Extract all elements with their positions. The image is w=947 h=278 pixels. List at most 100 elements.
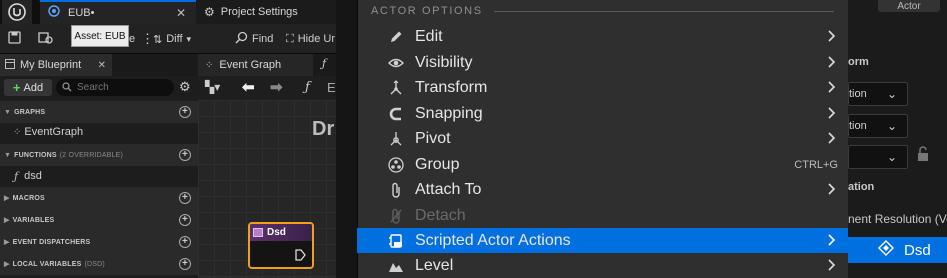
search-field[interactable] (56, 79, 174, 96)
tab-eub-label: EUB• (68, 7, 95, 19)
submenu-arrow-icon (828, 131, 836, 149)
pencil-icon (387, 28, 404, 45)
blueprint-tab-icon (5, 58, 15, 72)
chevron-down-icon: ▾ (186, 33, 192, 44)
save-icon (8, 31, 21, 47)
pivot-icon (387, 130, 404, 147)
function-node-dsd[interactable]: Dsd (248, 222, 314, 269)
diff-button[interactable]: ⇅ Diff ▾ (153, 24, 191, 54)
menu-item-label: Scripted Actor Actions (415, 231, 571, 249)
add-local-variable-icon[interactable]: + (179, 258, 191, 270)
detach-icon (387, 207, 404, 224)
find-button[interactable]: Find (235, 24, 273, 54)
graph-item-eventgraph[interactable]: ⁘ EventGraph (0, 122, 198, 142)
section-local-vars-label: LOCAL VARIABLES (12, 260, 82, 268)
section-event-dispatchers[interactable]: ▶ EVENT DISPATCHERS + (0, 231, 198, 253)
section-functions[interactable]: ▼ FUNCTIONS (2 OVERRIDABLE) + (0, 144, 198, 166)
section-variables[interactable]: ▶ VARIABLES + (0, 209, 198, 231)
section-macros[interactable]: ▶ MACROS + (0, 187, 198, 209)
forward-arrow-icon[interactable]: ➡ (270, 78, 283, 96)
tab-event-graph[interactable]: ⁘ Event Graph (198, 54, 313, 76)
find-label: Find (252, 33, 274, 45)
plus-icon: + (12, 80, 21, 95)
exec-pin-icon[interactable] (294, 248, 306, 266)
expand-arrow-icon: ▶ (4, 195, 10, 202)
section-variables-label: VARIABLES (12, 216, 55, 224)
menu-item-attach-to[interactable]: Attach To (357, 177, 848, 202)
search-input[interactable] (77, 82, 167, 93)
menu-item-visibility[interactable]: Visibility (357, 50, 848, 75)
resolution-label: nent Resolution (Ve (848, 212, 947, 226)
submenu-arrow-icon (828, 55, 836, 73)
menu-item-label: Visibility (415, 53, 473, 71)
menu-item-label: Snapping (415, 104, 483, 122)
details-header-2: ation (848, 181, 875, 193)
close-icon[interactable]: ✕ (98, 60, 106, 71)
node-header: Dsd (250, 224, 312, 241)
tab-eub[interactable]: EUB• ✕ (40, 0, 196, 24)
event-graph-icon: ⁘ (13, 126, 22, 138)
menu-item-snapping[interactable]: Snapping (357, 101, 848, 126)
menu-item-label: Attach To (415, 180, 482, 198)
close-icon[interactable]: ✕ (176, 6, 186, 20)
menu-item-label: Transform (415, 78, 488, 96)
function-tab-icon[interactable]: ƒ (322, 57, 326, 70)
add-dispatcher-icon[interactable]: + (179, 236, 191, 248)
menu-item-detach: Detach (357, 203, 848, 228)
section-macros-label: MACROS (12, 194, 45, 202)
chevron-down-icon: ⌄ (886, 87, 897, 101)
section-dispatchers-label: EVENT DISPATCHERS (12, 238, 91, 246)
section-functions-sub: (2 OVERRIDABLE) (59, 151, 124, 159)
menu-item-pivot[interactable]: Pivot (357, 126, 848, 151)
submenu-item-dsd[interactable]: Dsd (848, 237, 947, 263)
gear-icon: ⚙ (204, 5, 215, 19)
function-item-label: dsd (24, 170, 42, 182)
add-button[interactable]: + Add (4, 79, 52, 96)
submenu-arrow-icon (828, 106, 836, 124)
section-graphs[interactable]: ▼ GRAPHS + (0, 101, 198, 123)
save-button[interactable] (8, 24, 21, 54)
unreal-logo-icon[interactable] (2, 0, 32, 24)
hide-unrelated-button[interactable]: ⛶ Hide Ur (286, 24, 335, 54)
tab-project-settings[interactable]: ⚙ Project Settings (196, 0, 336, 24)
graph-watermark-title: Dr (312, 118, 335, 140)
settings-gear-icon[interactable]: ⚙ (179, 79, 191, 95)
tab-event-graph-label: Event Graph (219, 59, 282, 71)
diff-label: Diff (166, 33, 183, 45)
details-dropdown-2[interactable]: tion ⌄ (848, 114, 908, 138)
actor-button[interactable]: Actor (878, 0, 940, 12)
add-function-icon[interactable]: + (179, 149, 191, 161)
back-arrow-icon[interactable]: ⬅ (242, 78, 255, 96)
add-variable-icon[interactable]: + (179, 214, 191, 226)
submenu-arrow-icon (828, 182, 836, 200)
bookmark-icon[interactable]: ▚▾ (205, 80, 220, 94)
function-breadcrumb-icon: ƒ (305, 80, 310, 95)
tab-my-blueprint-label: My Blueprint (20, 59, 82, 71)
breadcrumb-partial: E (327, 80, 336, 95)
menu-item-level[interactable]: Level (357, 253, 848, 278)
add-graph-icon[interactable]: + (179, 106, 191, 118)
section-local-vars-sub: (DSD) (84, 260, 105, 268)
magnet-icon (387, 105, 404, 122)
details-dropdown-1[interactable]: tion ⌄ (848, 82, 908, 106)
eye-icon (387, 54, 404, 71)
menu-item-scripted-actor-actions[interactable]: Scripted Actor Actions (357, 228, 848, 253)
add-macro-icon[interactable]: + (179, 192, 191, 204)
menu-header-divider (494, 11, 834, 12)
collapse-arrow-icon: ▼ (4, 108, 12, 116)
asset-tooltip: Asset: EUB (71, 25, 129, 47)
function-item-dsd[interactable]: ƒ dsd (0, 166, 198, 186)
diff-icon: ⇅ (153, 33, 163, 46)
node-function-icon (253, 228, 263, 237)
hide-icon: ⛶ (286, 32, 294, 45)
details-dropdown-3[interactable]: ⌄ (848, 145, 908, 169)
menu-item-group[interactable]: Group CTRL+G (357, 152, 848, 177)
expand-arrow-icon: ▶ (4, 239, 10, 246)
menu-item-transform[interactable]: Transform (357, 75, 848, 100)
tab-my-blueprint[interactable]: My Blueprint ✕ (0, 54, 112, 76)
menu-item-edit[interactable]: Edit (357, 24, 848, 49)
section-local-variables[interactable]: ▶ LOCAL VARIABLES (DSD) + (0, 253, 198, 275)
browse-button[interactable] (38, 24, 54, 54)
lock-icon[interactable] (916, 146, 930, 167)
browse-icon (38, 31, 54, 48)
